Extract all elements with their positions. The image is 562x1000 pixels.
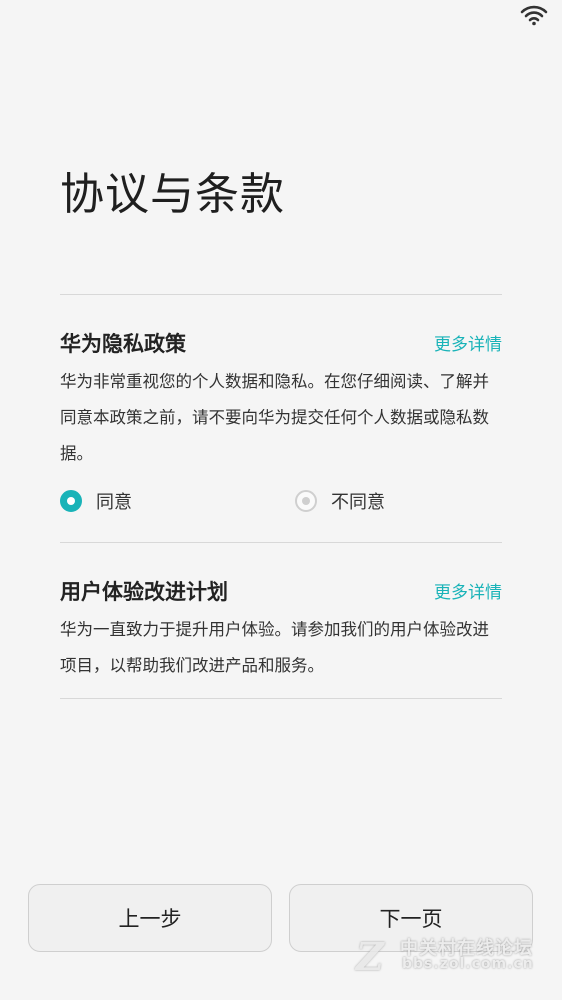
experience-program-title: 用户体验改进计划 <box>60 580 228 604</box>
wifi-icon <box>520 5 548 26</box>
watermark-logo: Z <box>356 934 384 979</box>
divider <box>60 698 502 699</box>
divider <box>60 542 502 543</box>
experience-more-details-link[interactable]: 更多详情 <box>434 578 502 603</box>
status-bar <box>0 0 562 32</box>
privacy-more-details-link[interactable]: 更多详情 <box>434 330 502 355</box>
divider <box>60 294 502 295</box>
disagree-label: 不同意 <box>331 492 385 513</box>
privacy-policy-title: 华为隐私政策 <box>60 332 186 356</box>
watermark-url: bbs.zol.com.cn <box>402 956 534 972</box>
disagree-option[interactable]: 不同意 <box>295 486 385 516</box>
page-title: 协议与条款 <box>60 169 285 220</box>
watermark: Z 中关村在线论坛 bbs.zol.com.cn <box>356 934 556 979</box>
agree-option[interactable]: 同意 <box>60 486 132 516</box>
agree-radio[interactable] <box>60 490 82 512</box>
disagree-radio[interactable] <box>295 490 317 512</box>
privacy-policy-description: 华为非常重视您的个人数据和隐私。在您仔细阅读、了解并同意本政策之前，请不要向华为… <box>60 372 489 463</box>
experience-program-description: 华为一直致力于提升用户体验。请参加我们的用户体验改进项目，以帮助我们改进产品和服… <box>60 620 489 675</box>
previous-step-button[interactable]: 上一步 <box>28 884 272 952</box>
agree-label: 同意 <box>96 492 132 513</box>
